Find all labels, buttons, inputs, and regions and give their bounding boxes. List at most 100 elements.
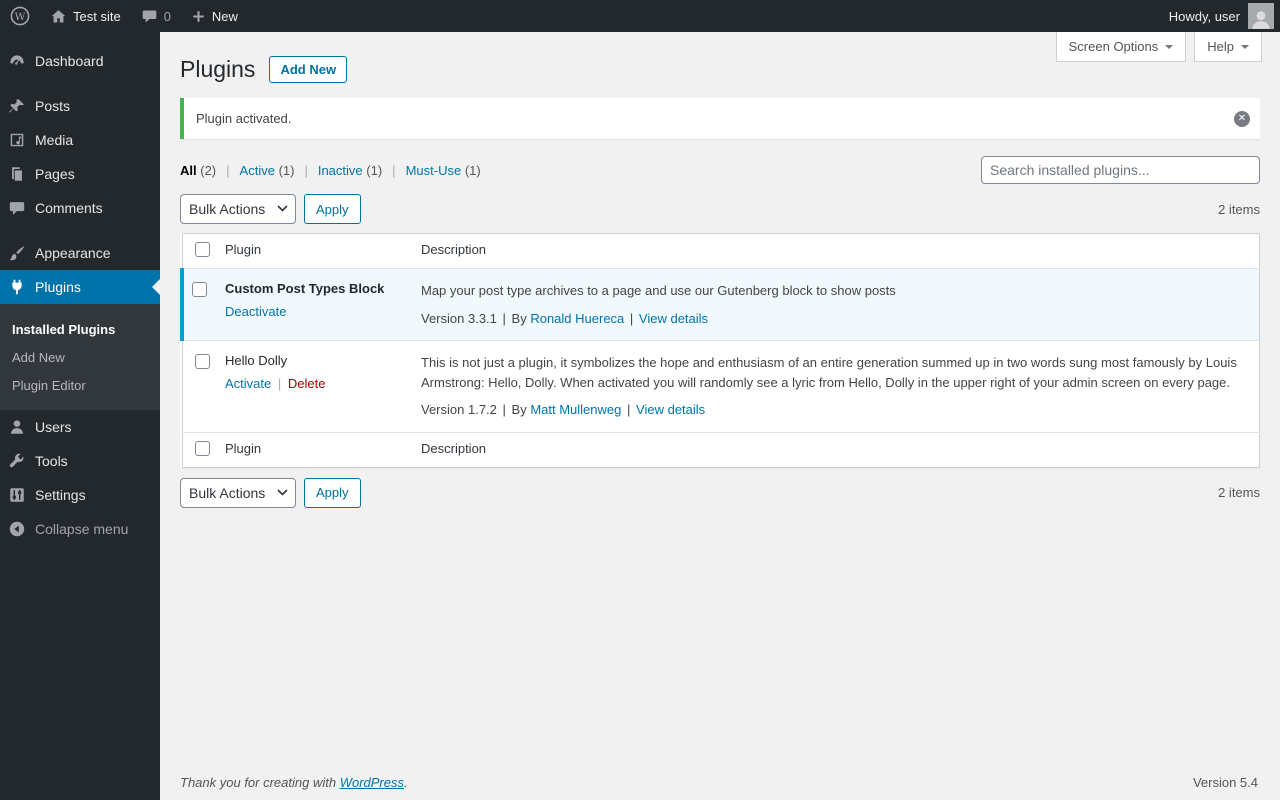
- meta-separator: |: [627, 402, 631, 417]
- admin-bar: W Test site 0 New Howdy, user: [0, 0, 1280, 32]
- apply-button[interactable]: Apply: [304, 194, 361, 224]
- sidebar-item-label: Plugins: [35, 279, 81, 295]
- meta-separator: |: [502, 310, 506, 326]
- new-content-menu[interactable]: New: [181, 0, 248, 32]
- deactivate-link[interactable]: Deactivate: [225, 304, 286, 319]
- sidebar-item-settings[interactable]: Settings: [0, 478, 160, 512]
- by-label: By: [511, 310, 527, 326]
- comments-bubble-menu[interactable]: 0: [131, 0, 181, 32]
- select-all-checkbox[interactable]: [194, 242, 210, 257]
- wrench-icon: [9, 453, 24, 468]
- sidebar-item-appearance[interactable]: Appearance: [0, 236, 160, 270]
- sidebar-item-label: Users: [35, 419, 72, 435]
- sidebar-item-dashboard[interactable]: Dashboard: [0, 44, 160, 78]
- items-count-bottom: 2 items: [1218, 485, 1260, 500]
- plugin-version: Version 3.3.1: [421, 310, 497, 326]
- sidebar-item-label: Appearance: [35, 245, 111, 261]
- user-avatar[interactable]: [1248, 3, 1274, 29]
- plus-icon: [191, 9, 206, 24]
- chevron-down-icon: [1241, 44, 1249, 53]
- filter-separator: |: [304, 162, 308, 178]
- bulk-actions-select-bottom[interactable]: Bulk Actions: [180, 477, 296, 508]
- sidebar-item-label: Settings: [35, 487, 86, 503]
- plugin-version: Version 1.7.2: [421, 402, 497, 417]
- sidebar-item-label: Comments: [35, 200, 103, 216]
- apply-button-bottom[interactable]: Apply: [304, 477, 361, 508]
- plugin-description: Map your post type archives to a page an…: [421, 283, 896, 298]
- sidebar-item-label: Pages: [35, 166, 75, 182]
- settings-icon: [10, 488, 24, 502]
- delete-link[interactable]: Delete: [288, 376, 326, 391]
- bulk-actions-select[interactable]: Bulk Actions: [180, 194, 296, 224]
- users-icon: [10, 420, 24, 434]
- filter-must-use[interactable]: Must-Use (1): [406, 163, 481, 178]
- action-separator: |: [277, 376, 282, 391]
- filter-separator: |: [392, 162, 396, 178]
- footer-thanks-text: Thank you for creating with WordPress.: [180, 775, 408, 790]
- collapse-menu-button[interactable]: Collapse menu: [0, 512, 160, 546]
- page-title: Plugins: [180, 56, 256, 82]
- sidebar-item-label: Tools: [35, 453, 68, 469]
- sidebar-item-label: Media: [35, 132, 74, 148]
- sidebar-item-comments[interactable]: Comments: [0, 191, 160, 225]
- search-input[interactable]: [981, 156, 1260, 184]
- filter-active[interactable]: Active (1): [240, 163, 295, 178]
- success-notice: Plugin activated. ✕: [180, 98, 1260, 139]
- plugin-author-link[interactable]: Ronald Huereca: [530, 311, 624, 326]
- comments-icon: [9, 202, 25, 215]
- by-label: By: [511, 402, 527, 417]
- comments-count: 0: [163, 8, 171, 24]
- menu-separator: [0, 78, 160, 89]
- filter-all[interactable]: All (2): [180, 163, 216, 178]
- dismiss-notice-icon[interactable]: ✕: [1234, 110, 1250, 127]
- howdy-user-link[interactable]: Howdy, user: [1169, 9, 1240, 24]
- column-footer-description: Description: [421, 440, 487, 456]
- submenu-item-installed-plugins[interactable]: Installed Plugins: [0, 316, 160, 344]
- sidebar-item-tools[interactable]: Tools: [0, 444, 160, 478]
- wordpress-logo-icon: W: [10, 6, 30, 26]
- submenu-item-plugin-editor[interactable]: Plugin Editor: [0, 372, 160, 400]
- column-header-plugin: Plugin: [225, 242, 262, 257]
- site-name-label: Test site: [73, 8, 121, 24]
- row-checkbox[interactable]: [192, 282, 207, 297]
- view-details-link[interactable]: View details: [636, 402, 705, 417]
- comment-bubble-icon: [141, 8, 158, 25]
- select-all-checkbox[interactable]: [194, 440, 210, 456]
- current-menu-arrow: [144, 279, 160, 295]
- view-details-link[interactable]: View details: [639, 311, 708, 326]
- site-name-link[interactable]: Test site: [40, 0, 131, 32]
- screen-options-label: Screen Options: [1068, 39, 1159, 54]
- notice-message: Plugin activated.: [196, 111, 292, 126]
- admin-footer: Thank you for creating with WordPress. V…: [180, 775, 1258, 790]
- add-new-button[interactable]: Add New: [269, 55, 348, 83]
- sidebar-item-posts[interactable]: Posts: [0, 89, 160, 123]
- main-content: Screen Options Help Plugins Add New Plug…: [160, 32, 1280, 800]
- submenu-item-add-new[interactable]: Add New: [0, 344, 160, 372]
- column-footer-plugin: Plugin: [225, 440, 262, 456]
- plugin-description: This is not just a plugin, it symbolizes…: [421, 355, 1237, 390]
- plugin-icon: [12, 279, 22, 295]
- home-icon: [50, 8, 67, 25]
- meta-separator: |: [502, 402, 506, 417]
- sidebar-item-pages[interactable]: Pages: [0, 157, 160, 191]
- svg-text:W: W: [15, 11, 26, 23]
- help-button[interactable]: Help: [1194, 32, 1262, 62]
- new-label: New: [211, 8, 238, 24]
- screen-options-button[interactable]: Screen Options: [1055, 32, 1187, 62]
- media-icon: [10, 133, 24, 147]
- row-checkbox[interactable]: [194, 354, 210, 369]
- plugin-row-hello-dolly: Hello Dolly Activate | Delete This is no…: [182, 340, 1260, 433]
- plugin-author-link[interactable]: Matt Mullenweg: [530, 402, 621, 417]
- sidebar-item-users[interactable]: Users: [0, 410, 160, 444]
- filter-inactive[interactable]: Inactive (1): [318, 163, 382, 178]
- pages-icon: [12, 167, 22, 181]
- chevron-down-icon: [1165, 44, 1174, 53]
- sidebar-item-plugins[interactable]: Plugins: [0, 270, 160, 304]
- wordpress-logo-menu[interactable]: W: [0, 0, 40, 32]
- sidebar-item-media[interactable]: Media: [0, 123, 160, 157]
- plugin-row-custom-post-types-block: Custom Post Types Block Deactivate Map y…: [180, 268, 1260, 341]
- plugins-submenu: Installed Plugins Add New Plugin Editor: [0, 304, 160, 410]
- sidebar-item-label: Posts: [35, 98, 71, 114]
- wordpress-link[interactable]: WordPress: [340, 775, 404, 790]
- activate-link[interactable]: Activate: [225, 376, 271, 391]
